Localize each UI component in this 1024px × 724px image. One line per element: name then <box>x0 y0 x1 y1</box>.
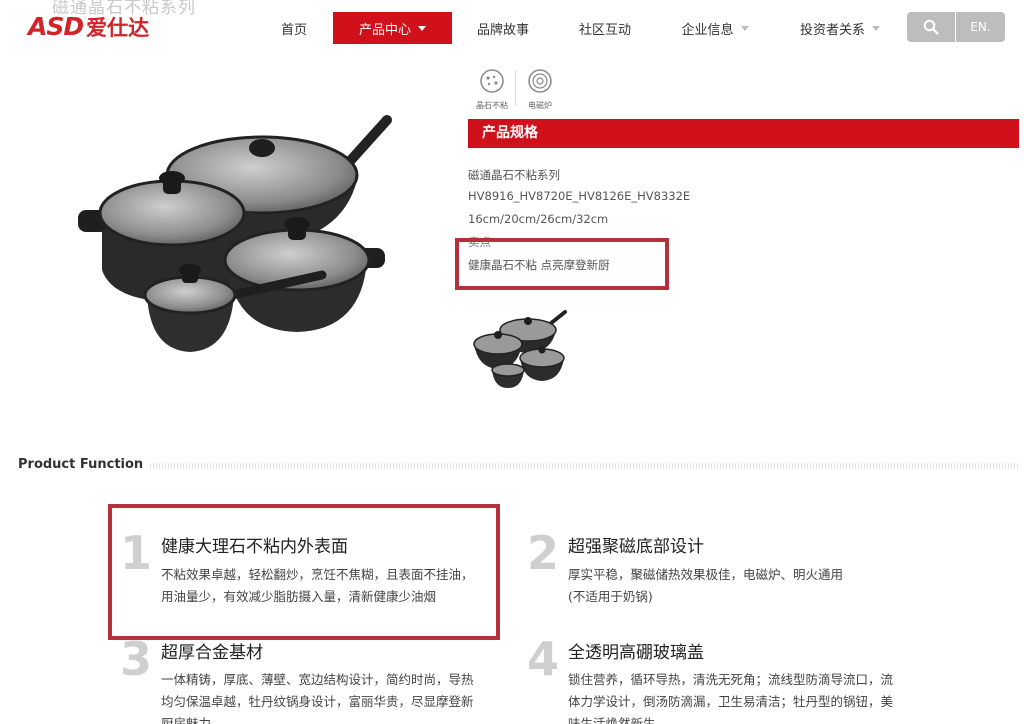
nav-label: 投资者关系 <box>799 22 865 38</box>
spec-sizes: 16cm/20cm/26cm/32cm <box>468 212 609 226</box>
function-heading: 超厚合金基材 <box>161 643 263 663</box>
nav-company-info[interactable]: 企业信息 <box>668 12 762 44</box>
nav-label: 产品中心 <box>358 22 411 38</box>
logo-wordmark: ASD <box>28 12 84 41</box>
product-function-title: Product Function <box>18 457 144 472</box>
nav-home[interactable]: 首页 <box>262 12 326 44</box>
function-text: 锁住营养，循环导热，清洗无死角；流线型防滴导流口，流 <box>568 672 894 687</box>
function-text: 厨房魅力 <box>161 716 212 724</box>
section-divider <box>150 463 1020 469</box>
divider <box>515 70 516 106</box>
function-number: 4 <box>527 632 560 686</box>
search-icon <box>923 19 939 35</box>
annotation-highlight-box <box>108 504 500 640</box>
language-label: EN. <box>970 20 991 34</box>
site-header: 磁通晶石不粘系列 ASD 爱仕达 首页 产品中心 品牌故事 社区互动 企业信息 … <box>0 0 1024 56</box>
feature-label: 晶石不粘 <box>476 101 508 110</box>
function-text: 味生活焕然新生 <box>568 716 656 724</box>
chevron-down-icon <box>872 25 880 31</box>
feature-induction: 电磁炉 <box>518 68 562 111</box>
function-text: 厚实平稳，聚磁储热效果极佳，电磁炉、明火通用 <box>568 567 844 582</box>
chevron-down-icon <box>418 25 426 31</box>
nav-products[interactable]: 产品中心 <box>333 12 452 44</box>
function-heading: 超强聚磁底部设计 <box>568 537 704 557</box>
function-number: 2 <box>527 526 560 580</box>
function-text: 体力学设计，倒汤防滴漏，卫生易清洁；牡丹型的锅钮，美 <box>568 694 894 709</box>
function-text: (不适用于奶锅) <box>568 589 653 604</box>
nav-label: 社区互动 <box>578 22 631 38</box>
feature-granite-nonstick: 晶石不粘 <box>470 68 514 111</box>
language-switch-button[interactable]: EN. <box>956 12 1005 42</box>
induction-cooker-icon <box>528 69 552 93</box>
search-button[interactable] <box>907 12 955 42</box>
nav-label: 企业信息 <box>681 22 734 38</box>
nav-label: 首页 <box>280 22 307 38</box>
asd-logo[interactable]: ASD 爱仕达 <box>28 12 149 42</box>
nav-investor-relations[interactable]: 投资者关系 <box>784 12 896 44</box>
feature-label: 电磁炉 <box>528 101 552 110</box>
product-thumbnail[interactable] <box>470 308 570 390</box>
spec-models: HV8916_HV8720E_HV8126E_HV8332E <box>468 189 691 203</box>
spec-section-header: 产品规格 <box>468 119 1019 148</box>
function-number: 3 <box>120 632 153 686</box>
nav-brand-story[interactable]: 品牌故事 <box>462 12 544 44</box>
spec-series: 磁通晶石不粘系列 <box>468 168 560 182</box>
function-text: 一体精铸，厚底、薄壁、宽边结构设计，简约时尚，导热 <box>161 672 474 687</box>
chevron-down-icon <box>740 25 749 31</box>
nav-community[interactable]: 社区互动 <box>564 12 646 44</box>
function-heading: 全透明高硼玻璃盖 <box>568 643 704 663</box>
cookware-set-image <box>78 115 392 352</box>
nav-label: 品牌故事 <box>476 22 529 38</box>
function-text: 均匀保温卓越，牡丹纹锅身设计，富丽华贵，尽显摩登新 <box>161 694 474 709</box>
logo-chinese: 爱仕达 <box>86 16 150 40</box>
annotation-highlight-box <box>455 238 669 290</box>
granite-nonstick-icon <box>480 69 504 93</box>
